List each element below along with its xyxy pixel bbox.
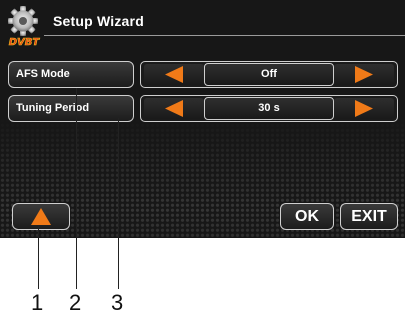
callout-number-1: 1 bbox=[31, 290, 44, 315]
tuning-period-label-button[interactable]: Tuning Period bbox=[8, 95, 134, 122]
callout-number-2: 2 bbox=[69, 290, 82, 315]
page-title: Setup Wizard bbox=[53, 13, 144, 29]
afs-mode-value: Off bbox=[204, 63, 334, 86]
callout-line-1 bbox=[38, 226, 39, 289]
up-button[interactable] bbox=[12, 203, 70, 230]
triangle-right-icon bbox=[355, 100, 373, 117]
title-divider bbox=[44, 35, 405, 36]
device-screen: DVBT Setup Wizard AFS Mode Off Tuning Pe… bbox=[0, 0, 405, 238]
afs-mode-decrease-button[interactable] bbox=[144, 64, 204, 85]
tuning-period-increase-button[interactable] bbox=[334, 98, 394, 119]
callout-line-2 bbox=[76, 88, 77, 289]
logo-text: DVBT bbox=[9, 37, 41, 48]
tuning-period-spinner: 30 s bbox=[140, 95, 398, 122]
afs-mode-label: AFS Mode bbox=[16, 68, 70, 80]
tuning-period-value: 30 s bbox=[204, 97, 334, 120]
afs-mode-label-button[interactable]: AFS Mode bbox=[8, 61, 134, 88]
tuning-period-decrease-button[interactable] bbox=[144, 98, 204, 119]
ok-button[interactable]: OK bbox=[280, 203, 334, 230]
exit-button[interactable]: EXIT bbox=[340, 203, 398, 230]
afs-mode-spinner: Off bbox=[140, 61, 398, 88]
callout-number-3: 3 bbox=[111, 290, 124, 315]
callout-line-3 bbox=[118, 118, 119, 289]
triangle-left-icon bbox=[165, 100, 183, 117]
triangle-up-icon bbox=[31, 208, 51, 225]
title-bar: DVBT Setup Wizard bbox=[0, 0, 405, 48]
triangle-right-icon bbox=[355, 66, 373, 83]
triangle-left-icon bbox=[165, 66, 183, 83]
tuning-period-label: Tuning Period bbox=[16, 102, 90, 114]
afs-mode-increase-button[interactable] bbox=[334, 64, 394, 85]
gear-logo-icon: DVBT bbox=[8, 6, 41, 48]
